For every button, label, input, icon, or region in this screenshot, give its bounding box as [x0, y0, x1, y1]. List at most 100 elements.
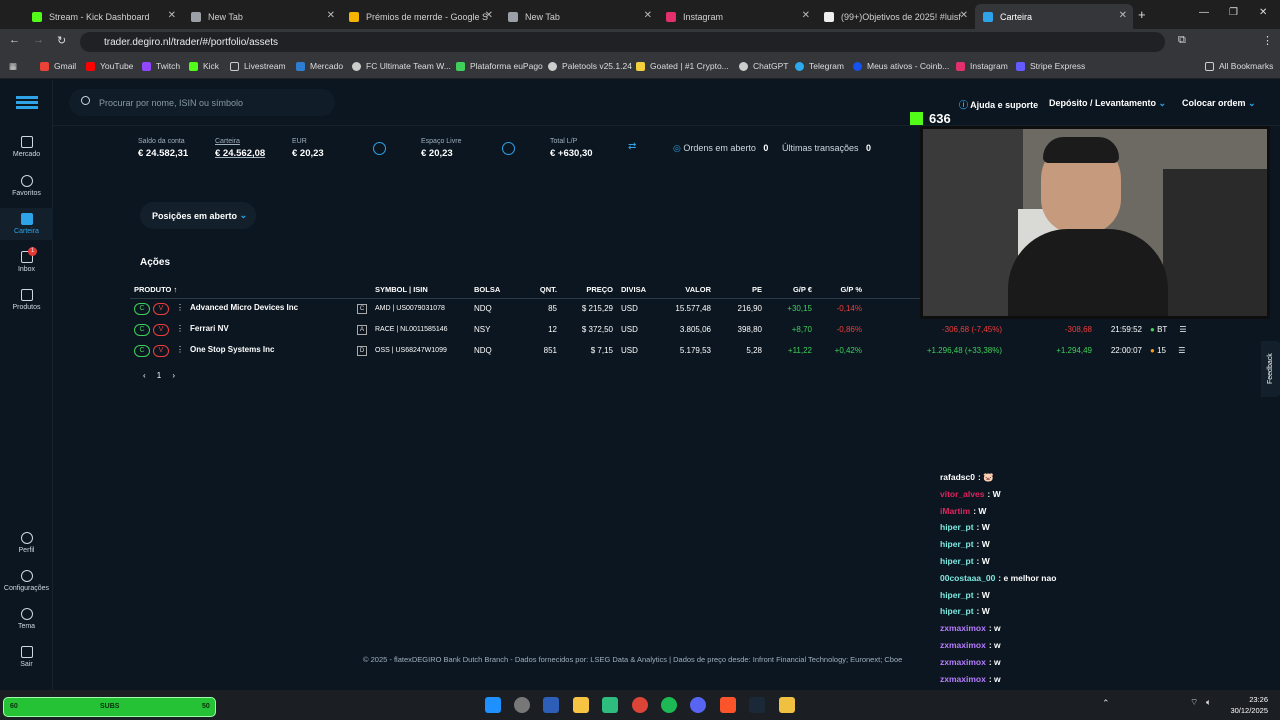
tab-new-2[interactable]: New Tab ✕ — [500, 4, 658, 29]
sell-button[interactable]: V — [153, 344, 169, 357]
feedback-tab[interactable]: Feedback — [1261, 341, 1280, 397]
sell-button[interactable]: V — [153, 323, 169, 336]
col-qnt[interactable]: QNT. — [525, 282, 561, 299]
chat-username[interactable]: 00costaaa_00 — [940, 573, 995, 583]
place-order-dropdown[interactable]: Colocar ordem ⌄ — [1182, 98, 1256, 109]
next-page-button[interactable]: › — [172, 371, 175, 380]
tray-chevron-icon[interactable]: ⌃ — [1102, 698, 1110, 709]
system-clock[interactable]: 23:26 30/12/2025 — [1226, 694, 1268, 716]
close-icon[interactable]: ✕ — [168, 10, 176, 21]
bookmark-livestream[interactable]: Livestream — [230, 61, 286, 71]
deposit-dropdown[interactable]: Depósito / Levantamento ⌄ — [1049, 98, 1166, 109]
chat-username[interactable]: hiper_pt — [940, 590, 974, 600]
close-icon[interactable]: ✕ — [644, 10, 652, 21]
window-close-button[interactable]: ✕ — [1259, 7, 1267, 18]
list-icon[interactable]: ☰ — [1178, 346, 1185, 355]
wifi-icon[interactable]: ⌔ — [1190, 697, 1198, 708]
extensions-icon[interactable]: ⧉ — [1178, 34, 1186, 47]
chat-username[interactable]: iMartim — [940, 506, 970, 516]
sidebar-item-perfil[interactable]: Perfil — [0, 532, 53, 554]
close-icon[interactable]: ✕ — [802, 10, 810, 21]
spotify-icon[interactable] — [661, 697, 677, 713]
tab-carteira[interactable]: Carteira ✕ — [975, 4, 1133, 29]
col-gp-eur[interactable]: G/P € — [766, 282, 816, 299]
maximize-button[interactable]: ❐ — [1229, 7, 1238, 18]
close-icon[interactable]: ✕ — [960, 10, 968, 21]
col-valor[interactable]: VALOR — [666, 282, 715, 299]
col-preco[interactable]: PREÇO — [561, 282, 617, 299]
tab-tiktok[interactable]: (99+)Objetivos de 2025! #luisf ✕ — [816, 4, 974, 29]
col-gp-pct[interactable]: G/P % — [816, 282, 866, 299]
chat-username[interactable]: zxmaximox — [940, 674, 986, 684]
tab-kick[interactable]: Stream - Kick Dashboard ✕ — [24, 4, 182, 29]
search-input[interactable]: Procurar por nome, ISIN ou símbolo — [69, 89, 335, 116]
col-pe[interactable]: PE — [715, 282, 766, 299]
more-icon[interactable]: ⋮ — [176, 303, 184, 312]
table-row[interactable]: C V ⋮ Ferrari NV A RACE | NL0011585146 NSY 1… — [130, 319, 1191, 340]
bookmark-kick[interactable]: Kick — [189, 61, 219, 71]
bookmark-gmail[interactable]: Gmail — [40, 61, 76, 71]
bookmark-eupago[interactable]: Plataforma euPago — [456, 61, 543, 71]
swap-icon[interactable]: ⇄ — [628, 141, 636, 152]
tab-new-1[interactable]: New Tab ✕ — [183, 4, 341, 29]
all-bookmarks[interactable]: All Bookmarks — [1205, 61, 1273, 71]
sidebar-item-carteira[interactable]: Carteira — [0, 213, 53, 235]
sidebar-item-tema[interactable]: Tema — [0, 608, 53, 630]
carteira-field[interactable]: Carteira € 24.562,08 — [215, 138, 265, 159]
degiro-logo[interactable] — [16, 96, 38, 99]
start-icon[interactable] — [485, 697, 501, 713]
chat-username[interactable]: vitor_alves — [940, 489, 984, 499]
chrome-icon[interactable] — [632, 697, 648, 713]
sidebar-item-sair[interactable]: Sair — [0, 646, 53, 668]
more-icon[interactable]: ⋮ — [176, 345, 184, 354]
col-symbol[interactable]: SYMBOL | ISIN — [371, 282, 470, 299]
volume-icon[interactable]: 🔈︎ — [1206, 697, 1211, 708]
chat-username[interactable]: rafadsc0 — [940, 472, 975, 482]
taskview-icon[interactable] — [543, 697, 559, 713]
bookmark-telegram[interactable]: Telegram — [795, 61, 844, 71]
chat-username[interactable]: zxmaximox — [940, 623, 986, 633]
reload-button[interactable]: ↻ — [57, 34, 66, 47]
chat-username[interactable]: hiper_pt — [940, 556, 974, 566]
bookmark-twitch[interactable]: Twitch — [142, 61, 180, 71]
page-number[interactable]: 1 — [157, 371, 161, 380]
back-button[interactable]: ← — [9, 34, 20, 46]
minimize-button[interactable]: — — [1199, 7, 1209, 18]
buy-button[interactable]: C — [134, 344, 150, 357]
chat-username[interactable]: hiper_pt — [940, 539, 974, 549]
bookmark-youtube[interactable]: YouTube — [86, 61, 133, 71]
steam-icon[interactable] — [749, 697, 765, 713]
bookmark-stripe[interactable]: Stripe Express — [1016, 61, 1085, 71]
buy-button[interactable]: C — [134, 302, 150, 315]
menu-icon[interactable]: ⋮ — [1262, 34, 1273, 47]
sidebar-item-configuracoes[interactable]: Configurações — [0, 570, 53, 592]
chat-username[interactable]: zxmaximox — [940, 657, 986, 667]
open-orders[interactable]: ◎ Ordens em aberto 0 — [673, 143, 768, 154]
chat-username[interactable]: zxmaximox — [940, 640, 986, 650]
sell-button[interactable]: V — [153, 302, 169, 315]
tab-instagram[interactable]: Instagram ✕ — [658, 4, 816, 29]
bookmark-coinbase[interactable]: Meus ativos - Coinb... — [853, 61, 949, 71]
bookmark-chatgpt[interactable]: ChatGPT — [739, 61, 788, 71]
info-icon[interactable] — [502, 142, 515, 155]
chat-username[interactable]: hiper_pt — [940, 606, 974, 616]
sidebar-item-mercado[interactable]: Mercado — [0, 136, 53, 158]
bookmark-mercado[interactable]: Mercado — [296, 61, 343, 71]
apps-icon[interactable]: ▦ — [9, 61, 17, 72]
bookmark-instagram[interactable]: Instagram — [956, 61, 1008, 71]
search-icon[interactable] — [514, 697, 530, 713]
prev-page-button[interactable]: ‹ — [143, 371, 146, 380]
col-produto[interactable]: PRODUTO ↑ — [130, 282, 371, 299]
tab-sheets[interactable]: Prémios de merrde - Google S ✕ — [341, 4, 499, 29]
close-icon[interactable]: ✕ — [327, 10, 335, 21]
bookmark-goated[interactable]: Goated | #1 Crypto... — [636, 61, 729, 71]
folder-icon[interactable] — [573, 697, 589, 713]
buy-button[interactable]: C — [134, 323, 150, 336]
sidebar-item-favoritos[interactable]: Favoritos — [0, 175, 53, 197]
table-row[interactable]: C V ⋮ One Stop Systems Inc D OSS | US68247W1… — [130, 340, 1191, 361]
sidebar-item-produtos[interactable]: Produtos — [0, 289, 53, 311]
bookmark-fc[interactable]: FC Ultimate Team W... — [352, 61, 451, 71]
discord-icon[interactable] — [690, 697, 706, 713]
help-link[interactable]: ⓘ Ajuda e suporte — [959, 98, 1038, 111]
forward-button[interactable]: → — [33, 34, 44, 46]
